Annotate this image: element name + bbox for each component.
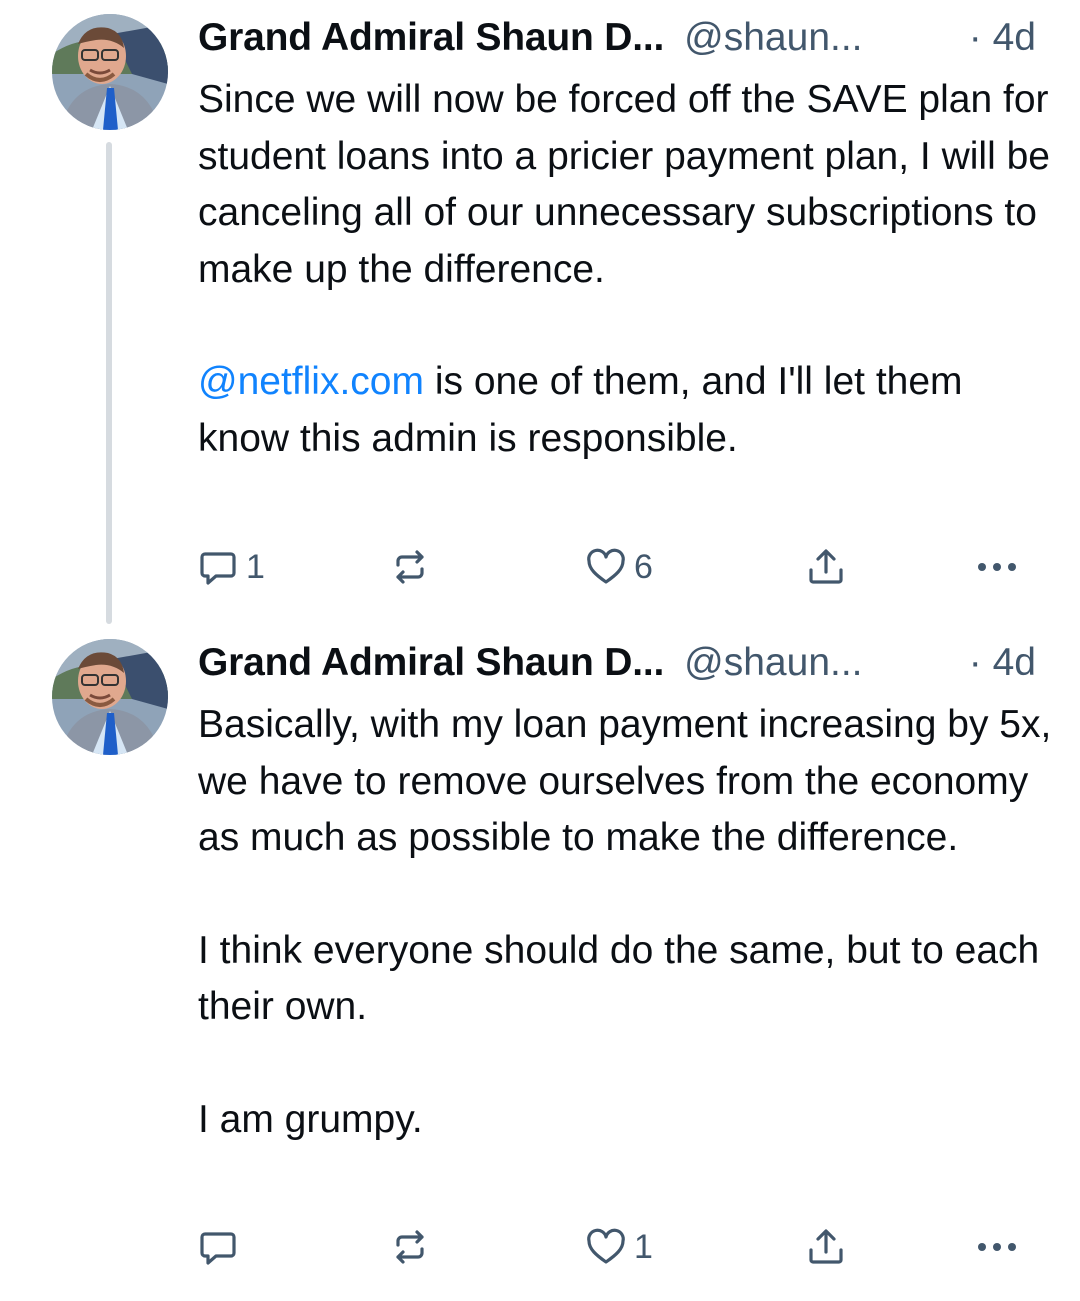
like-count: 6 <box>634 548 653 586</box>
thread-connector-line <box>106 142 112 624</box>
share-button[interactable] <box>804 542 848 592</box>
author-handle[interactable]: @shaun... <box>684 16 862 59</box>
reply-icon <box>200 1232 236 1265</box>
post-paragraph: I think everyone should do the same, but… <box>198 928 1040 1029</box>
more-options-button[interactable] <box>972 1222 1022 1272</box>
repost-icon <box>396 1230 424 1264</box>
thread-post[interactable]: Grand Admiral Shaun D... @shaun... · 4d B… <box>0 625 1080 1301</box>
post-text: Since we will now be forced off the SAVE… <box>198 72 1058 467</box>
post-paragraph: Basically, with my loan payment increasi… <box>198 703 1052 859</box>
like-button[interactable]: 1 <box>584 1222 653 1272</box>
profile-photo-icon <box>52 14 168 130</box>
share-icon <box>809 549 843 584</box>
like-button[interactable]: 6 <box>584 542 653 592</box>
like-count: 1 <box>634 1228 653 1266</box>
avatar[interactable] <box>52 639 168 755</box>
avatar[interactable] <box>52 14 168 130</box>
reply-button[interactable] <box>196 1222 246 1272</box>
post-actions: 1 6 <box>196 542 1036 592</box>
author-name[interactable]: Grand Admiral Shaun D... <box>198 16 664 59</box>
profile-photo-icon <box>52 639 168 755</box>
more-icon <box>978 563 1016 571</box>
repost-button[interactable] <box>388 542 438 592</box>
post-text: Basically, with my loan payment increasi… <box>198 697 1058 1148</box>
repost-button[interactable] <box>388 1222 438 1272</box>
heart-icon <box>587 548 625 584</box>
reply-button[interactable]: 1 <box>196 542 265 592</box>
more-icon <box>978 1243 1016 1251</box>
heart-icon <box>587 1228 625 1264</box>
more-options-button[interactable] <box>972 542 1022 592</box>
reply-count: 1 <box>246 548 265 586</box>
post-paragraph: @netflix.com is one of them, and I'll le… <box>198 354 1058 467</box>
author-handle[interactable]: @shaun... <box>684 641 862 684</box>
post-timestamp[interactable]: · 4d <box>969 14 1036 62</box>
share-icon <box>809 1229 843 1264</box>
thread-post[interactable]: Grand Admiral Shaun D... @shaun... · 4d S… <box>0 0 1080 625</box>
mention-link[interactable]: @netflix.com <box>198 360 424 403</box>
share-button[interactable] <box>804 1222 848 1272</box>
post-paragraph: I am grumpy. <box>198 1097 423 1141</box>
post-timestamp[interactable]: · 4d <box>969 639 1036 687</box>
post-header: Grand Admiral Shaun D... @shaun... · 4d <box>198 14 1048 62</box>
post-header: Grand Admiral Shaun D... @shaun... · 4d <box>198 639 1048 687</box>
repost-icon <box>396 550 424 584</box>
author-name[interactable]: Grand Admiral Shaun D... <box>198 641 664 684</box>
post-paragraph: Since we will now be forced off the SAVE… <box>198 78 1050 291</box>
reply-icon <box>200 552 236 585</box>
post-actions: 1 <box>196 1222 1036 1272</box>
